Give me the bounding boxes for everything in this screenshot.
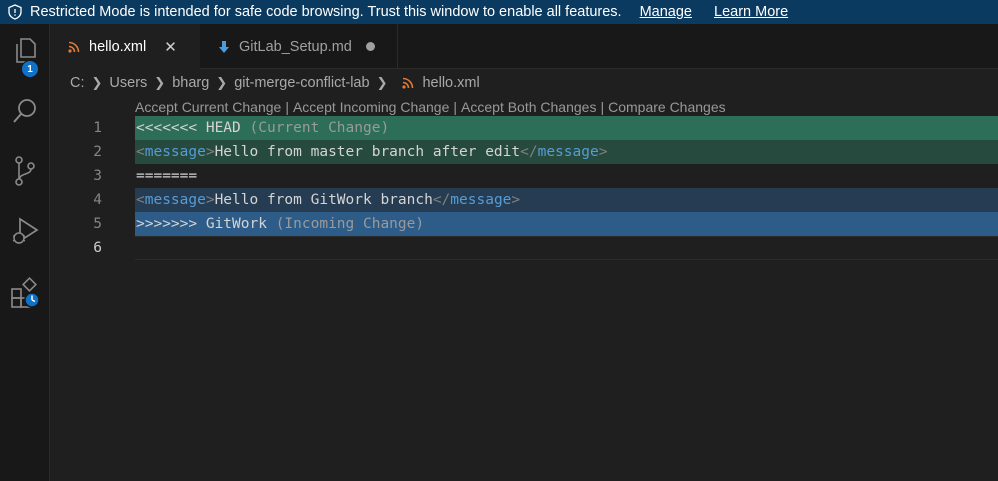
code-line[interactable]: 2 <message>Hello from master branch afte… xyxy=(50,140,998,164)
search-icon xyxy=(11,97,39,130)
breadcrumb-item[interactable]: Users xyxy=(109,75,147,91)
tab-label: hello.xml xyxy=(89,39,147,55)
tab-label: GitLab_Setup.md xyxy=(239,38,352,55)
line-number: 2 xyxy=(93,144,102,160)
editor-tab-bar: hello.xml ✕ GitLab_Setup.md xyxy=(50,24,998,69)
line-number: 5 xyxy=(93,216,102,232)
conflict-incoming-header[interactable]: >>>>>>> GitWork (Incoming Change) xyxy=(135,212,998,236)
breadcrumb: C: ❯ Users ❯ bharg ❯ git-merge-conflict-… xyxy=(70,72,480,94)
xml-tag: message xyxy=(450,192,512,208)
xml-bracket: > xyxy=(511,192,521,208)
xml-text: Hello from GitWork branch xyxy=(214,192,433,208)
line-number: 3 xyxy=(93,168,102,184)
tab-hello-xml[interactable]: hello.xml ✕ xyxy=(50,24,200,69)
separator: | xyxy=(285,99,289,115)
chevron-right-icon: ❯ xyxy=(216,75,228,90)
separator: | xyxy=(600,99,605,115)
banner-message: Restricted Mode is intended for safe cod… xyxy=(30,4,622,20)
restricted-mode-banner: Restricted Mode is intended for safe cod… xyxy=(0,0,998,24)
xml-bracket: < xyxy=(136,192,145,208)
xml-bracket: > xyxy=(205,192,215,208)
accept-incoming-change-button[interactable]: Accept Incoming Change xyxy=(293,99,449,115)
run-debug-button[interactable] xyxy=(0,210,50,256)
code-line-active[interactable]: 6 xyxy=(50,236,998,260)
code-line[interactable]: 3 ======= xyxy=(50,164,998,188)
tab-gitlab-setup-md[interactable]: GitLab_Setup.md xyxy=(200,24,398,69)
run-debug-icon xyxy=(10,216,40,251)
source-control-button[interactable] xyxy=(0,150,50,196)
current-change-hint: (Current Change) xyxy=(249,120,390,136)
activity-bar: 1 xyxy=(0,24,50,481)
code-line[interactable]: 4 <message>Hello from GitWork branch</me… xyxy=(50,188,998,212)
breadcrumb-item[interactable]: git-merge-conflict-lab xyxy=(234,75,369,91)
line-number: 1 xyxy=(93,120,102,136)
incoming-change-content[interactable]: <message>Hello from GitWork branch</mess… xyxy=(135,188,998,212)
source-control-icon xyxy=(12,155,38,192)
conflict-marker: <<<<<<< HEAD xyxy=(136,120,241,136)
incoming-change-hint: (Incoming Change) xyxy=(275,216,425,232)
shield-icon xyxy=(0,4,30,20)
xml-tag: message xyxy=(537,144,599,160)
breadcrumb-item[interactable]: bharg xyxy=(172,75,209,91)
line-number: 4 xyxy=(93,192,102,208)
modified-dot-icon[interactable] xyxy=(365,42,375,51)
manage-link[interactable]: Manage xyxy=(640,4,692,20)
chevron-right-icon: ❯ xyxy=(376,75,388,90)
accept-current-change-button[interactable]: Accept Current Change xyxy=(135,99,281,115)
line-number: 6 xyxy=(93,240,102,256)
chevron-right-icon: ❯ xyxy=(91,75,103,90)
xml-bracket: </ xyxy=(432,192,451,208)
explorer-button[interactable]: 1 xyxy=(0,30,50,78)
extensions-icon xyxy=(9,276,41,314)
conflict-marker: >>>>>>> GitWork xyxy=(136,216,267,232)
code-editor[interactable]: 1 <<<<<<< HEAD (Current Change) 2 <messa… xyxy=(50,116,998,481)
breadcrumb-file[interactable]: hello.xml xyxy=(422,75,479,91)
search-button[interactable] xyxy=(0,90,50,136)
explorer-badge: 1 xyxy=(21,60,39,78)
separator: | xyxy=(453,99,458,115)
code-line[interactable]: 1 <<<<<<< HEAD (Current Change) xyxy=(50,116,998,140)
rss-icon xyxy=(402,77,414,89)
xml-tag: message xyxy=(144,192,206,208)
conflict-separator[interactable]: ======= xyxy=(135,164,998,188)
extensions-button[interactable] xyxy=(0,272,50,318)
current-change-content[interactable]: <message>Hello from master branch after … xyxy=(135,140,998,164)
xml-bracket: </ xyxy=(520,144,538,160)
close-icon[interactable]: ✕ xyxy=(164,38,177,56)
current-line-highlight[interactable] xyxy=(135,236,998,260)
xml-tag: message xyxy=(144,144,206,160)
rss-icon xyxy=(68,41,80,53)
compare-changes-button[interactable]: Compare Changes xyxy=(608,99,726,115)
xml-bracket: > xyxy=(205,144,215,160)
merge-conflict-actions: Accept Current Change | Accept Incoming … xyxy=(135,97,726,117)
learn-more-link[interactable]: Learn More xyxy=(714,4,788,20)
code-line[interactable]: 5 >>>>>>> GitWork (Incoming Change) xyxy=(50,212,998,236)
conflict-current-header[interactable]: <<<<<<< HEAD (Current Change) xyxy=(135,116,998,140)
accept-both-changes-button[interactable]: Accept Both Changes xyxy=(461,99,596,115)
markdown-download-icon xyxy=(218,40,230,54)
chevron-right-icon: ❯ xyxy=(154,75,166,90)
breadcrumb-item[interactable]: C: xyxy=(70,75,85,91)
xml-bracket: < xyxy=(136,144,145,160)
xml-bracket: > xyxy=(598,144,608,160)
xml-text: Hello from master branch after edit xyxy=(214,144,521,160)
